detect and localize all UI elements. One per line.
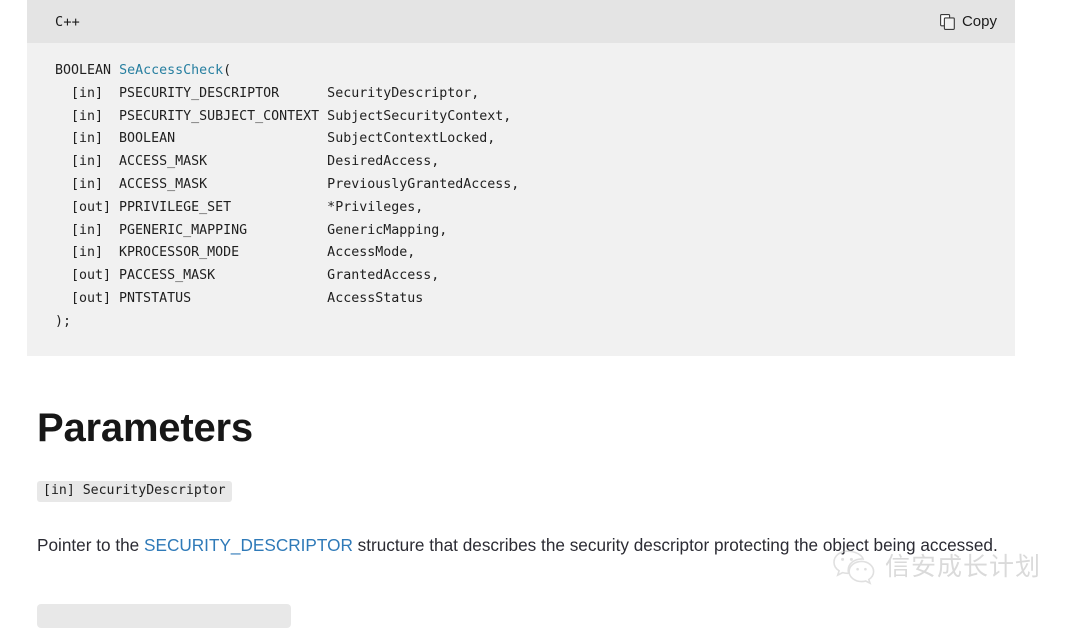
description-text-after-link: structure that describes the security de… bbox=[352, 535, 998, 555]
copy-icon bbox=[940, 13, 955, 30]
code-function-name: SeAccessCheck bbox=[119, 63, 224, 78]
parameter-name-badge: [in] SecurityDescriptor bbox=[37, 481, 232, 502]
documentation-page: C++ Copy BOOLEAN SeAccessCheck( [in] PSE… bbox=[0, 0, 1080, 628]
security-descriptor-link[interactable]: SECURITY_DESCRIPTOR bbox=[144, 535, 353, 555]
code-parameter-lines: [in] PSECURITY_DESCRIPTOR SecurityDescri… bbox=[71, 85, 520, 306]
code-return-type: BOOLEAN bbox=[55, 63, 112, 78]
parameter-description: Pointer to the SECURITY_DESCRIPTOR struc… bbox=[37, 528, 1012, 563]
code-close: ); bbox=[55, 313, 72, 329]
code-block-body: BOOLEAN SeAccessCheck( [in] PSECURITY_DE… bbox=[27, 43, 1015, 356]
next-parameter-name-badge-partial bbox=[37, 604, 291, 628]
code-open-paren: ( bbox=[223, 63, 232, 78]
description-text-before-link: Pointer to the bbox=[37, 535, 145, 555]
copy-button[interactable]: Copy bbox=[936, 11, 1001, 32]
code-language-label: C++ bbox=[55, 13, 80, 30]
copy-button-label: Copy bbox=[961, 13, 997, 30]
code-block-header: C++ Copy bbox=[27, 0, 1015, 43]
code-block: C++ Copy BOOLEAN SeAccessCheck( [in] PSE… bbox=[27, 0, 1015, 356]
page-title-parameters: Parameters bbox=[37, 406, 253, 450]
code-signature: BOOLEAN SeAccessCheck( [in] PSECURITY_DE… bbox=[55, 60, 987, 334]
